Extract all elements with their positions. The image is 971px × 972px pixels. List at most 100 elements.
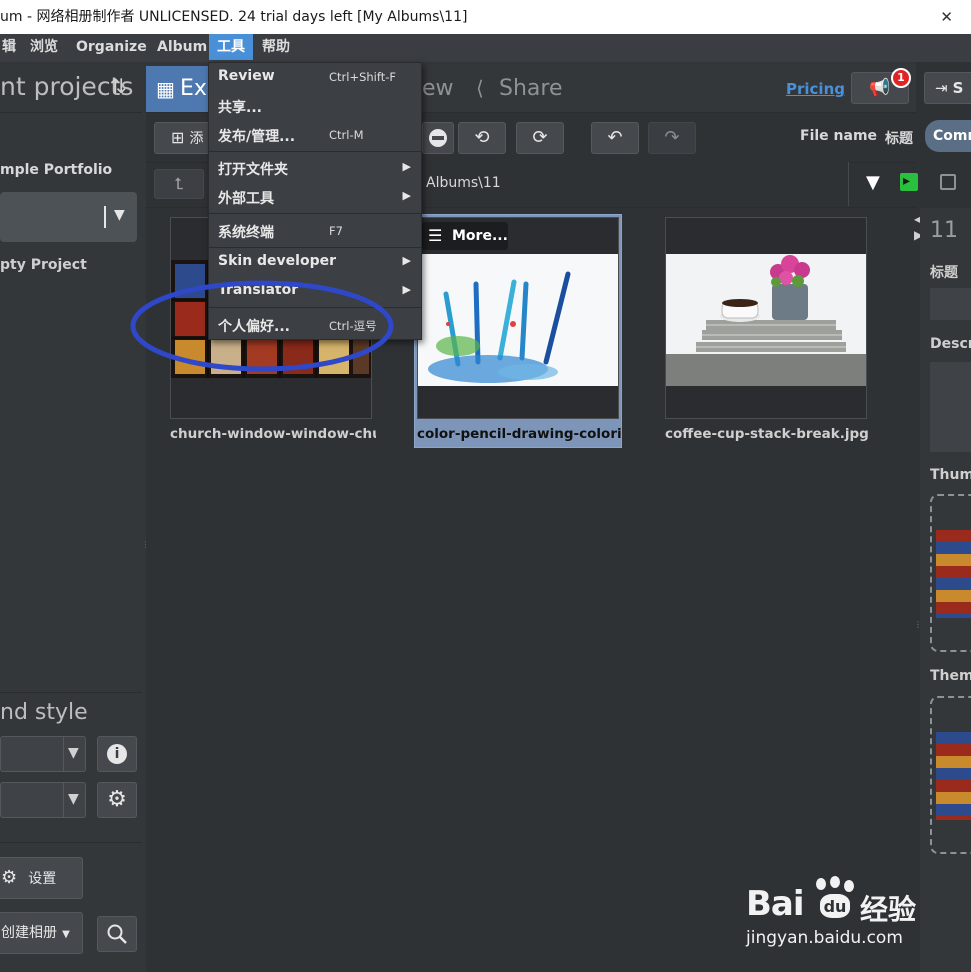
- settings-button[interactable]: ⚙ 设置: [0, 857, 83, 899]
- menu-item-external-tools[interactable]: 外部工具 ▶: [209, 183, 421, 211]
- description-input[interactable]: [930, 362, 971, 452]
- minus-icon: [429, 129, 447, 147]
- share-icon: ⟨: [476, 76, 484, 100]
- project-item[interactable]: mple Portfolio: [0, 162, 112, 178]
- menu-album[interactable]: Album: [153, 34, 211, 60]
- filter-icon[interactable]: ▼: [866, 172, 880, 193]
- share-publish-button[interactable]: ⇥ S: [924, 72, 971, 104]
- create-album-button[interactable]: 创建相册 ▼: [0, 912, 83, 954]
- thumbnail-coffee[interactable]: [665, 217, 867, 419]
- close-icon[interactable]: ✕: [940, 0, 953, 34]
- menu-item-skin-developer[interactable]: Skin developer ▶: [209, 248, 421, 276]
- title-label: 标题: [930, 265, 958, 281]
- add-label: 添: [189, 131, 204, 147]
- title-input[interactable]: [930, 288, 971, 320]
- undo-icon: ↶: [607, 127, 623, 148]
- sort-comment[interactable]: Comm: [925, 120, 971, 152]
- thumbnail-caption: coffee-cup-stack-break.jpg: [665, 426, 869, 442]
- project-item[interactable]: pty Project: [0, 257, 87, 273]
- thumbnail-view-icon[interactable]: [940, 174, 956, 190]
- more-button[interactable]: ☰ More...: [422, 222, 508, 250]
- menu-item-shortcut: Ctrl-M: [329, 128, 364, 142]
- add-folder-icon[interactable]: ▸: [900, 173, 918, 191]
- window-title: um - 网络相册制作者 UNLICENSED. 24 trial days l…: [0, 9, 468, 25]
- divider: [63, 737, 64, 771]
- menu-browse[interactable]: 浏览: [26, 34, 62, 60]
- style-header: nd style: [0, 700, 88, 725]
- sort-title[interactable]: 标题: [885, 128, 913, 148]
- right-panel: 11 标题 Descr Thum Them: [920, 208, 971, 972]
- skin-select[interactable]: ▼: [0, 736, 86, 772]
- hamburger-icon: ☰: [428, 226, 443, 245]
- theme-preview: [936, 732, 971, 820]
- tab-preview-label[interactable]: ew: [422, 76, 454, 101]
- rotate-left-button[interactable]: ⟲: [458, 122, 506, 154]
- color-pencil-image: [418, 254, 618, 386]
- submenu-arrow-icon: ▶: [402, 160, 411, 173]
- thumbnail-pencils[interactable]: ☰ More...: [417, 217, 619, 419]
- menu-item-label: 打开文件夹: [218, 162, 288, 178]
- pricing-link[interactable]: Pricing: [786, 80, 845, 98]
- watermark-brand: Bai: [746, 884, 805, 924]
- sort-filename[interactable]: File name: [800, 128, 877, 144]
- chevron-down-icon: ▼: [68, 791, 79, 807]
- menu-item-label: 外部工具: [218, 191, 274, 207]
- thumbnail-label: Thum: [930, 467, 971, 483]
- menu-item-terminal[interactable]: 系统终端 F7: [209, 217, 421, 245]
- menu-separator: [209, 151, 421, 152]
- window-title-bar: um - 网络相册制作者 UNLICENSED. 24 trial days l…: [0, 0, 971, 34]
- thumbnail-caption: color-pencil-drawing-coloring: [417, 426, 622, 442]
- notification-badge: 1: [891, 68, 911, 88]
- menu-edit[interactable]: 辑: [0, 34, 20, 60]
- rotate-right-button[interactable]: ⟳: [516, 122, 564, 154]
- share-publish-label: S: [952, 79, 964, 97]
- folder-thumbnail[interactable]: [930, 494, 971, 652]
- create-album-label: 创建相册: [1, 925, 57, 941]
- menu-item-label: Skin developer: [218, 253, 337, 269]
- highlight-circle: [130, 280, 394, 372]
- menu-item-open-folder[interactable]: 打开文件夹 ▶: [209, 154, 421, 182]
- add-icon: ⊞: [171, 128, 185, 147]
- divider: [0, 692, 142, 693]
- menu-item-label: Review: [218, 68, 275, 84]
- description-label: Descr: [930, 336, 971, 352]
- redo-button[interactable]: ↷: [648, 122, 696, 154]
- menu-item-review[interactable]: Review Ctrl+Shift-F: [209, 63, 421, 91]
- menu-item-label: 共享...: [218, 100, 262, 116]
- chevron-down-icon: ▼: [68, 745, 79, 761]
- menu-organize[interactable]: Organize: [72, 34, 151, 60]
- remove-button[interactable]: [422, 122, 454, 154]
- up-folder-button[interactable]: ⮤: [154, 169, 204, 199]
- chevron-down-icon[interactable]: ▼: [114, 207, 125, 223]
- add-button[interactable]: ⊞ 添: [154, 122, 210, 154]
- style-select[interactable]: ▼: [0, 782, 86, 818]
- thumbnail-preview: [936, 530, 971, 618]
- project-album-select[interactable]: ▼: [0, 192, 137, 242]
- menu-bar: 辑 浏览 Organize Album 工具 帮助: [0, 34, 971, 62]
- thumbnail-caption: church-window-window-church: [170, 426, 376, 442]
- settings-gear-button[interactable]: ⚙: [97, 782, 137, 818]
- menu-item-publish[interactable]: 发布/管理... Ctrl-M: [209, 121, 421, 149]
- left-panel: nt projects ⇅ mple Portfolio ▼ pty Proje…: [0, 62, 146, 972]
- gear-icon: ⚙: [1, 867, 18, 888]
- watermark-url: jingyan.baidu.com: [746, 928, 903, 948]
- tab-share[interactable]: Share: [499, 76, 563, 101]
- chevron-down-icon: ▼: [62, 929, 70, 940]
- gear-icon: ⚙: [107, 787, 127, 812]
- submenu-arrow-icon: ▶: [402, 283, 411, 296]
- rotate-right-icon: ⟳: [532, 127, 548, 148]
- submenu-arrow-icon: ▶: [402, 189, 411, 202]
- sort-arrows-icon[interactable]: ⇅: [110, 74, 127, 98]
- tab-explore[interactable]: ▦ Ex: [146, 66, 210, 112]
- menu-help[interactable]: 帮助: [258, 34, 294, 60]
- menu-item-share[interactable]: 共享...: [209, 92, 421, 120]
- menu-item-label: 发布/管理...: [218, 129, 296, 145]
- search-button[interactable]: [97, 916, 137, 952]
- info-button[interactable]: i: [97, 736, 137, 772]
- info-icon: i: [107, 744, 127, 764]
- menu-tools[interactable]: 工具: [209, 34, 253, 60]
- theme-image[interactable]: [930, 696, 971, 854]
- divider: [0, 112, 142, 113]
- megaphone-icon: 📢: [869, 78, 891, 98]
- undo-button[interactable]: ↶: [591, 122, 639, 154]
